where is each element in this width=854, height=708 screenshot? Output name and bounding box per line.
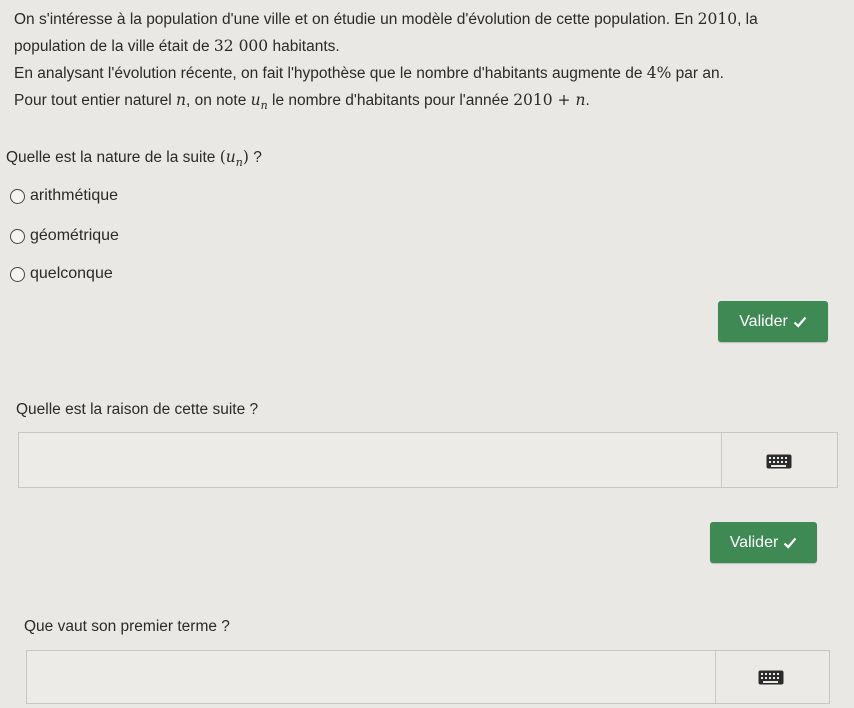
option-quelconque[interactable]: quelconque — [10, 265, 113, 283]
question-2-text: Quelle est la raison de cette suite ? — [16, 401, 259, 418]
intro-line-3: En analysant l'évolution récente, on fai… — [14, 64, 724, 82]
check-icon — [784, 537, 797, 549]
option-arithmetique[interactable]: arithmétique — [10, 187, 118, 205]
radio-button[interactable] — [10, 266, 25, 282]
answer-field-2[interactable] — [18, 432, 838, 488]
answer-input-2[interactable] — [19, 433, 722, 487]
answer-field-3[interactable] — [26, 650, 830, 704]
intro-line-1: On s'intéresse à la population d'une vil… — [14, 10, 758, 28]
question-3-text: Que vaut son premier terme ? — [24, 618, 230, 635]
radio-button[interactable] — [10, 228, 25, 244]
intro-line-4: Pour tout entier naturel n, on note un l… — [14, 91, 590, 113]
keyboard-icon[interactable] — [758, 670, 784, 685]
radio-button[interactable] — [10, 188, 25, 204]
intro-line-2: population de la ville était de 32 000 h… — [14, 37, 340, 55]
question-1-text: Quelle est la nature de la suite (un) ? — [6, 148, 262, 170]
validate-button-2[interactable]: Valider — [710, 522, 817, 563]
problem-statement: On s'intéresse à la population d'une vil… — [14, 6, 844, 119]
check-icon — [793, 316, 807, 328]
answer-input-3[interactable] — [27, 651, 716, 703]
validate-button-1[interactable]: Valider — [718, 301, 828, 342]
option-geometrique[interactable]: géométrique — [10, 227, 119, 245]
keyboard-icon[interactable] — [766, 454, 792, 469]
